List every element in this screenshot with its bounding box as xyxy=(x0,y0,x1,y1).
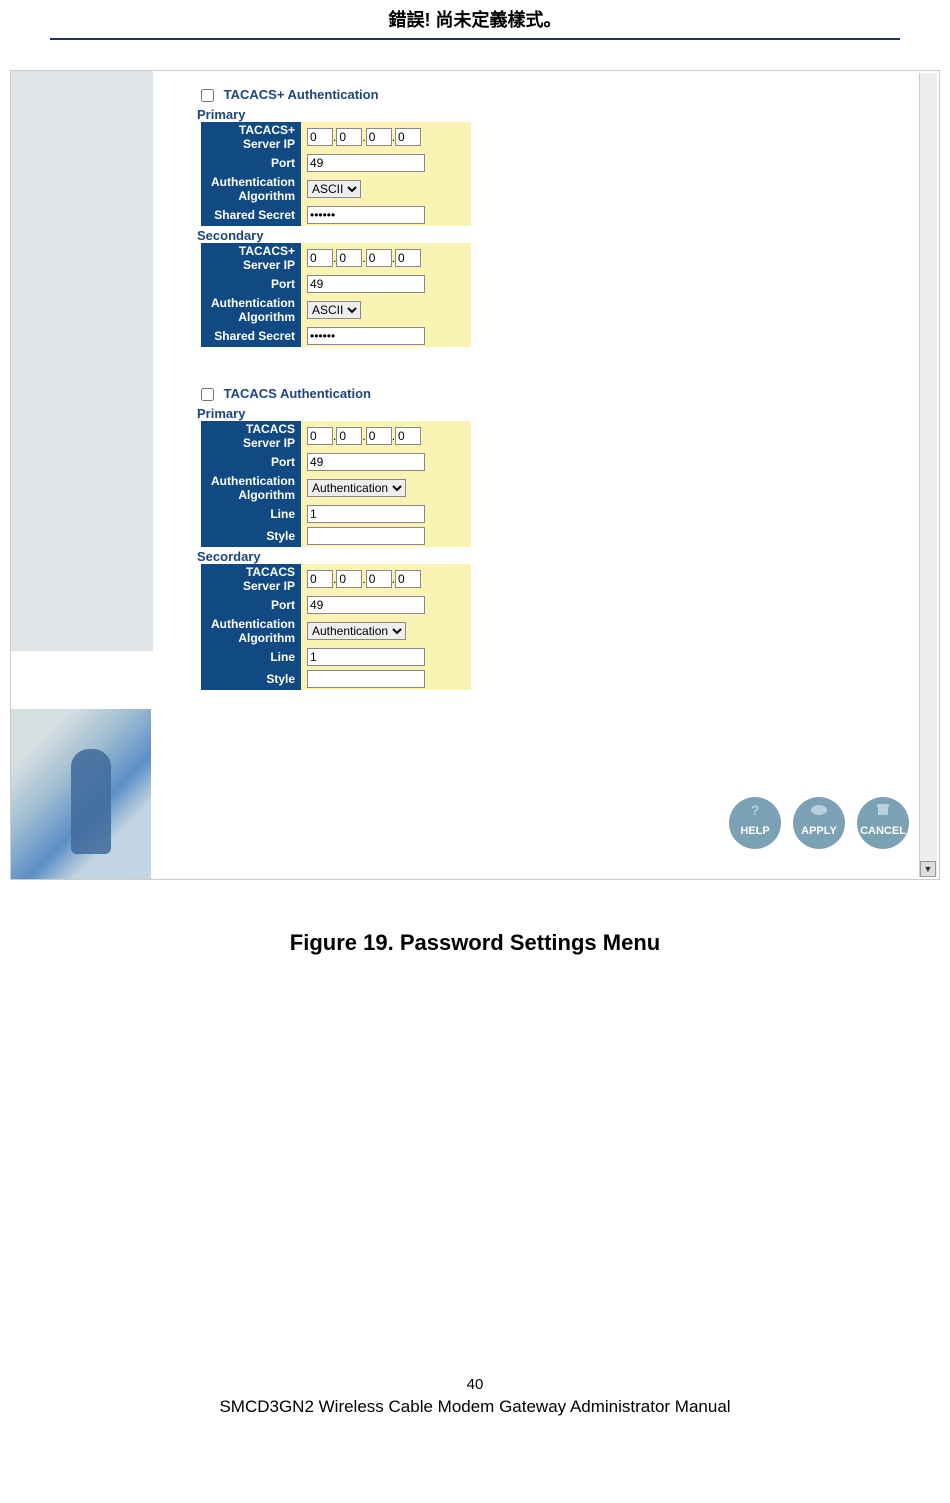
field-label: Authentication Algorithm xyxy=(201,174,301,204)
page-error-header: 錯誤! 尚未定義樣式。 xyxy=(0,0,950,38)
style-input[interactable] xyxy=(307,670,425,688)
question-icon: ? xyxy=(745,803,765,817)
ip-octet-input[interactable] xyxy=(307,128,333,146)
table-row: TACACS Server IP ... xyxy=(201,421,471,451)
screenshot-frame: ▼ TACACS+ Authentication Primary TACACS+… xyxy=(10,70,940,880)
tacacs-plus-checkbox[interactable] xyxy=(201,89,214,102)
table-row: Port xyxy=(201,152,471,174)
line-input[interactable] xyxy=(307,648,425,666)
tacacs-primary-table: TACACS Server IP ... Port Authentication… xyxy=(201,421,471,547)
table-row: TACACS Server IP ... xyxy=(201,564,471,594)
content-area: TACACS+ Authentication Primary TACACS+ S… xyxy=(11,71,939,879)
auth-alg-select[interactable]: ASCII xyxy=(307,301,361,319)
apply-label: APPLY xyxy=(801,825,837,837)
apply-icon xyxy=(809,803,829,817)
ip-octet-input[interactable] xyxy=(307,570,333,588)
tacacs-plus-primary-heading: Primary xyxy=(197,107,919,122)
ip-octet-input[interactable] xyxy=(366,128,392,146)
line-input[interactable] xyxy=(307,505,425,523)
trash-icon xyxy=(873,803,893,817)
port-input[interactable] xyxy=(307,275,425,293)
field-label: TACACS Server IP xyxy=(201,421,301,451)
table-row: Port xyxy=(201,451,471,473)
table-row: Shared Secret xyxy=(201,204,471,226)
field-label: TACACS+ Server IP xyxy=(201,122,301,152)
field-label: Style xyxy=(201,668,301,690)
field-label: Authentication Algorithm xyxy=(201,295,301,325)
help-label: HELP xyxy=(740,825,769,837)
field-label: Shared Secret xyxy=(201,204,301,226)
tacacs-plus-title: TACACS+ Authentication xyxy=(224,87,379,102)
port-input[interactable] xyxy=(307,154,425,172)
auth-alg-select[interactable]: ASCII xyxy=(307,180,361,198)
header-rule xyxy=(50,38,900,40)
tacacs-plus-secondary-heading: Secondary xyxy=(197,228,919,243)
help-button[interactable]: ? HELP xyxy=(729,797,781,849)
table-row: Authentication Algorithm ASCII xyxy=(201,295,471,325)
field-label: TACACS+ Server IP xyxy=(201,243,301,273)
ip-octet-input[interactable] xyxy=(307,427,333,445)
tacacs-secondary-heading: Secordary xyxy=(197,549,919,564)
field-label: Port xyxy=(201,451,301,473)
action-buttons: ? HELP APPLY CANCEL xyxy=(729,797,909,849)
figure-caption: Figure 19. Password Settings Menu xyxy=(0,930,950,956)
table-row: Port xyxy=(201,273,471,295)
tacacs-title: TACACS Authentication xyxy=(224,386,371,401)
apply-button[interactable]: APPLY xyxy=(793,797,845,849)
field-label: TACACS Server IP xyxy=(201,564,301,594)
field-label: Shared Secret xyxy=(201,325,301,347)
port-input[interactable] xyxy=(307,453,425,471)
ip-octet-input[interactable] xyxy=(395,128,421,146)
shared-secret-input[interactable] xyxy=(307,327,425,345)
table-row: Authentication Algorithm Authentication xyxy=(201,473,471,503)
field-label: Port xyxy=(201,152,301,174)
table-row: TACACS+ Server IP ... xyxy=(201,243,471,273)
field-label: Line xyxy=(201,503,301,525)
field-label: Authentication Algorithm xyxy=(201,616,301,646)
table-row: Line xyxy=(201,646,471,668)
field-label: Authentication Algorithm xyxy=(201,473,301,503)
ip-octet-input[interactable] xyxy=(366,249,392,267)
tacacs-plus-primary-table: TACACS+ Server IP ... Port Authenticatio… xyxy=(201,122,471,226)
table-row: Authentication Algorithm Authentication xyxy=(201,616,471,646)
table-row: Style xyxy=(201,525,471,547)
table-row: Style xyxy=(201,668,471,690)
page-footer: SMCD3GN2 Wireless Cable Modem Gateway Ad… xyxy=(0,1397,950,1447)
table-row: TACACS+ Server IP ... xyxy=(201,122,471,152)
table-row: Authentication Algorithm ASCII xyxy=(201,174,471,204)
tacacs-plus-section: TACACS+ Authentication xyxy=(197,86,919,105)
ip-octet-input[interactable] xyxy=(307,249,333,267)
page-number: 40 xyxy=(0,1376,950,1393)
table-row: Shared Secret xyxy=(201,325,471,347)
ip-octet-input[interactable] xyxy=(366,570,392,588)
ip-octet-input[interactable] xyxy=(336,249,362,267)
port-input[interactable] xyxy=(307,596,425,614)
auth-alg-select[interactable]: Authentication xyxy=(307,622,406,640)
cancel-button[interactable]: CANCEL xyxy=(857,797,909,849)
tacacs-secondary-table: TACACS Server IP ... Port Authentication… xyxy=(201,564,471,690)
tacacs-section: TACACS Authentication xyxy=(197,385,919,404)
table-row: Line xyxy=(201,503,471,525)
field-label: Port xyxy=(201,594,301,616)
ip-field-cell: ... xyxy=(301,122,471,152)
ip-octet-input[interactable] xyxy=(336,570,362,588)
ip-octet-input[interactable] xyxy=(395,249,421,267)
ip-octet-input[interactable] xyxy=(366,427,392,445)
field-label: Port xyxy=(201,273,301,295)
cancel-label: CANCEL xyxy=(860,825,906,837)
table-row: Port xyxy=(201,594,471,616)
ip-octet-input[interactable] xyxy=(395,570,421,588)
field-label: Line xyxy=(201,646,301,668)
tacacs-checkbox[interactable] xyxy=(201,388,214,401)
svg-text:?: ? xyxy=(751,803,760,817)
ip-octet-input[interactable] xyxy=(336,427,362,445)
style-input[interactable] xyxy=(307,527,425,545)
tacacs-primary-heading: Primary xyxy=(197,406,919,421)
field-label: Style xyxy=(201,525,301,547)
ip-octet-input[interactable] xyxy=(336,128,362,146)
ip-octet-input[interactable] xyxy=(395,427,421,445)
shared-secret-input[interactable] xyxy=(307,206,425,224)
tacacs-plus-secondary-table: TACACS+ Server IP ... Port Authenticatio… xyxy=(201,243,471,347)
auth-alg-select[interactable]: Authentication xyxy=(307,479,406,497)
